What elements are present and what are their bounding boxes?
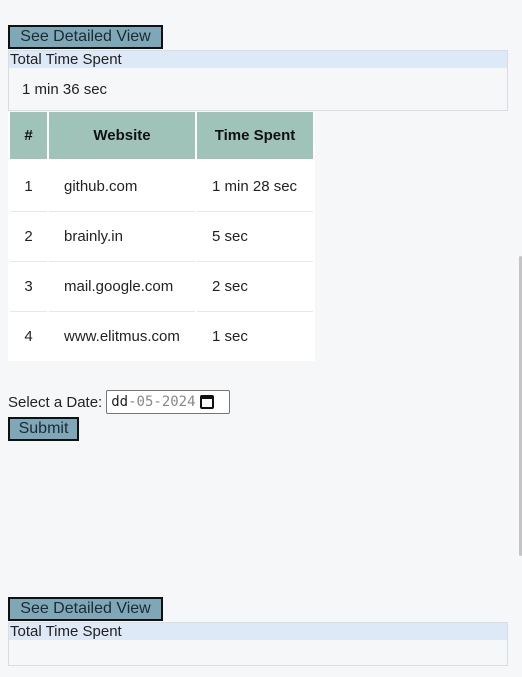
total-time-panel-2: Total Time Spent xyxy=(8,622,508,666)
date-day: dd xyxy=(111,394,129,410)
total-time-panel: Total Time Spent 1 min 36 sec xyxy=(8,50,508,111)
col-header-time-spent: Time Spent xyxy=(197,112,313,162)
see-detailed-view-button-2[interactable]: See Detailed View xyxy=(8,597,163,621)
row-time-spent: 2 sec xyxy=(197,262,313,312)
calendar-icon[interactable] xyxy=(199,395,214,409)
date-label: Select a Date: xyxy=(8,393,103,411)
table-row: 1 github.com 1 min 28 sec xyxy=(10,162,313,212)
row-time-spent: 1 min 28 sec xyxy=(197,162,313,212)
col-header-index: # xyxy=(10,112,47,162)
row-website: mail.google.com xyxy=(49,262,195,312)
col-header-website: Website xyxy=(49,112,195,162)
date-year: 2024 xyxy=(161,394,196,410)
total-time-title: Total Time Spent xyxy=(9,51,507,68)
row-index: 3 xyxy=(10,262,47,312)
see-detailed-view-button[interactable]: See Detailed View xyxy=(8,25,163,49)
date-select-row: Select a Date: dd - 05 - 2024 xyxy=(8,390,231,414)
row-index: 4 xyxy=(10,312,47,361)
date-separator: - xyxy=(128,394,137,410)
table-row: 4 www.elitmus.com 1 sec xyxy=(10,312,313,361)
website-time-table: # Website Time Spent 1 github.com 1 min … xyxy=(8,112,315,361)
table-row: 2 brainly.in 5 sec xyxy=(10,212,313,262)
row-time-spent: 1 sec xyxy=(197,312,313,361)
date-input[interactable]: dd - 05 - 2024 xyxy=(106,390,231,414)
date-month: 05 xyxy=(136,394,154,410)
total-time-value: 1 min 36 sec xyxy=(22,81,108,98)
row-website: brainly.in xyxy=(49,212,195,262)
table-header-row: # Website Time Spent xyxy=(10,112,313,162)
row-index: 1 xyxy=(10,162,47,212)
total-time-value-2 xyxy=(9,640,507,666)
table-row: 3 mail.google.com 2 sec xyxy=(10,262,313,312)
submit-button[interactable]: Submit xyxy=(8,417,79,441)
row-website: www.elitmus.com xyxy=(49,312,195,361)
row-time-spent: 5 sec xyxy=(197,212,313,262)
row-website: github.com xyxy=(49,162,195,212)
row-index: 2 xyxy=(10,212,47,262)
total-time-title-2: Total Time Spent xyxy=(9,623,507,640)
date-separator: - xyxy=(153,394,162,410)
